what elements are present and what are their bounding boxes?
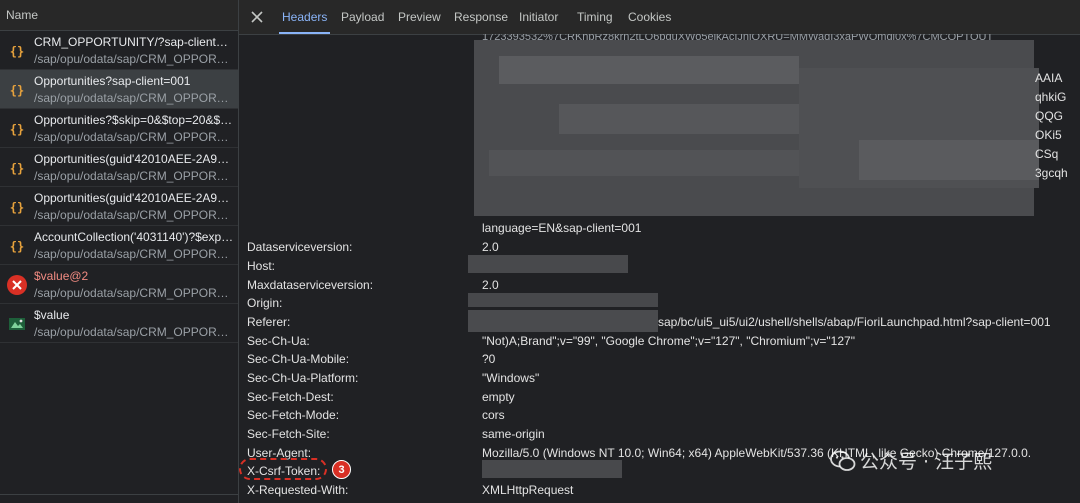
header-value: 2.0 (482, 240, 499, 254)
request-name: Opportunities?$skip=0&$top=20&$filter (34, 113, 234, 127)
redacted-host-value (468, 255, 628, 273)
header-name: Sec-Ch-Ua-Mobile: (247, 352, 350, 366)
redacted-referer-prefix (468, 310, 658, 332)
header-name: Sec-Ch-Ua-Platform: (247, 371, 359, 385)
header-name: Sec-Fetch-Site: (247, 427, 330, 441)
request-row[interactable]: $value@2/sap/opu/odata/sap/CRM_OPPORTUNI… (0, 265, 238, 304)
name-column-header[interactable]: Name (0, 0, 238, 31)
request-row[interactable]: {} Opportunities(guid'42010AEE-2A93-1E...… (0, 187, 238, 226)
header-name: Sec-Fetch-Mode: (247, 408, 340, 422)
cookie-value-tail: language=EN&sap-client=001 (482, 221, 642, 235)
request-path: /sap/opu/odata/sap/CRM_OPPORTUNITY (34, 208, 234, 222)
request-name: Opportunities(guid'42010AEE-2A93-1E... (34, 152, 234, 166)
xhr-braces-icon: {} (6, 40, 28, 62)
header-name: Maxdataserviceversion: (247, 278, 374, 292)
svg-text:{}: {} (10, 45, 24, 59)
svg-text:{}: {} (10, 240, 24, 254)
redacted-cookie-shade-3 (489, 150, 849, 176)
xhr-braces-icon: {} (6, 196, 28, 218)
cookie-fragment: QQG (1035, 109, 1064, 123)
header-value: "Not)A;Brand";v="99", "Google Chrome";v=… (482, 334, 855, 348)
header-name: Sec-Ch-Ua: (247, 334, 310, 348)
header-value: sap/bc/ui5_ui5/ui2/ushell/shells/abap/Fi… (658, 315, 1051, 329)
request-path: /sap/opu/odata/sap/CRM_OPPORTUNITY (34, 325, 234, 339)
redacted-origin-value (468, 293, 658, 307)
request-name: $value (34, 308, 70, 322)
request-path: /sap/opu/odata/sap/CRM_OPPORTUNITY (34, 130, 234, 144)
header-name: Dataserviceversion: (247, 240, 353, 254)
status-bar (0, 494, 238, 503)
header-value: 2.0 (482, 278, 499, 292)
svg-text:{}: {} (10, 201, 24, 215)
tab-cookies[interactable]: Cookies (628, 0, 671, 34)
request-path: /sap/opu/odata/sap/CRM_OPPORTUNITY (34, 52, 234, 66)
svg-text:{}: {} (10, 123, 24, 137)
header-value: XMLHttpRequest (482, 483, 574, 497)
tab-response[interactable]: Response (454, 0, 508, 34)
watermark-text: 公众号 · 汪子熙 (860, 451, 993, 473)
request-details-panel: Headers Payload Preview Response Initiat… (239, 0, 1080, 503)
request-name: AccountCollection('4031140')?$expand (34, 230, 234, 244)
tab-timing[interactable]: Timing (577, 0, 613, 34)
request-list-panel: Name {} CRM_OPPORTUNITY/?sap-client=001/s… (0, 0, 239, 503)
redacted-cookie-shade-1 (499, 56, 799, 84)
request-path: /sap/opu/odata/sap/CRM_OPPORTUNITY (34, 169, 234, 183)
tab-headers[interactable]: Headers (278, 0, 331, 34)
header-name: Origin: (247, 296, 283, 310)
header-value: cors (482, 408, 505, 422)
request-list: {} CRM_OPPORTUNITY/?sap-client=001/sap/op… (0, 31, 238, 343)
request-row[interactable]: {} Opportunities(guid'42010AEE-2A93-1E...… (0, 148, 238, 187)
header-name: X-Requested-With: (247, 483, 349, 497)
xhr-braces-icon: {} (6, 79, 28, 101)
details-tabbar: Headers Payload Preview Response Initiat… (239, 0, 1080, 35)
request-name: Opportunities(guid'42010AEE-2A93-1E... (34, 191, 234, 205)
cookie-fragment: qhkiG (1035, 90, 1067, 104)
close-icon[interactable] (247, 7, 267, 27)
request-name: CRM_OPPORTUNITY/?sap-client=001 (34, 35, 234, 49)
redacted-csrf-token-value (482, 460, 622, 478)
tab-initiator[interactable]: Initiator (519, 0, 558, 34)
header-name: Referer: (247, 315, 291, 329)
xhr-braces-icon: {} (6, 118, 28, 140)
request-name: Opportunities?sap-client=001 (34, 74, 191, 88)
header-value: ?0 (482, 352, 496, 366)
cookie-fragment: OKi5 (1035, 128, 1062, 142)
xhr-braces-icon: {} (6, 235, 28, 257)
cookie-fragment: CSq (1035, 147, 1059, 161)
request-row[interactable]: {} Opportunities?sap-client=001/sap/opu/o… (0, 70, 238, 109)
tab-payload[interactable]: Payload (341, 0, 384, 34)
request-name: $value@2 (34, 269, 89, 283)
header-name: Host: (247, 259, 276, 273)
wechat-icon (830, 450, 856, 471)
request-row[interactable]: {} AccountCollection('4031140')?$expand/s… (0, 226, 238, 265)
cookie-fragment: 3gcqh (1035, 166, 1068, 180)
request-row[interactable]: $value/sap/opu/odata/sap/CRM_OPPORTUNITY (0, 304, 238, 343)
image-thumbnail-icon (6, 313, 28, 335)
redacted-cookie-shade-5 (859, 140, 1039, 180)
header-value: empty (482, 390, 515, 404)
request-row[interactable]: {} CRM_OPPORTUNITY/?sap-client=001/sap/op… (0, 31, 238, 70)
annotation-badge: 3 (332, 460, 351, 479)
request-path: /sap/opu/odata/sap/CRM_OPPORTUNITY (34, 247, 234, 261)
request-path: /sap/opu/odata/sap/CRM_OPPORTUNITY (34, 91, 234, 105)
xhr-braces-icon: {} (6, 157, 28, 179)
header-value: same-origin (482, 427, 545, 441)
header-name: Sec-Fetch-Dest: (247, 390, 334, 404)
error-x-icon (6, 274, 28, 296)
request-path: /sap/opu/odata/sap/CRM_OPPORTUNITY (34, 286, 234, 300)
svg-text:{}: {} (10, 84, 24, 98)
cookie-fragment: AAIA (1035, 71, 1063, 85)
tab-preview[interactable]: Preview (398, 0, 441, 34)
svg-text:{}: {} (10, 162, 24, 176)
request-row[interactable]: {} Opportunities?$skip=0&$top=20&$filter /… (0, 109, 238, 148)
header-value: "Windows" (482, 371, 540, 385)
name-column-label: Name (6, 8, 39, 22)
csrf-token-highlight (239, 458, 327, 480)
